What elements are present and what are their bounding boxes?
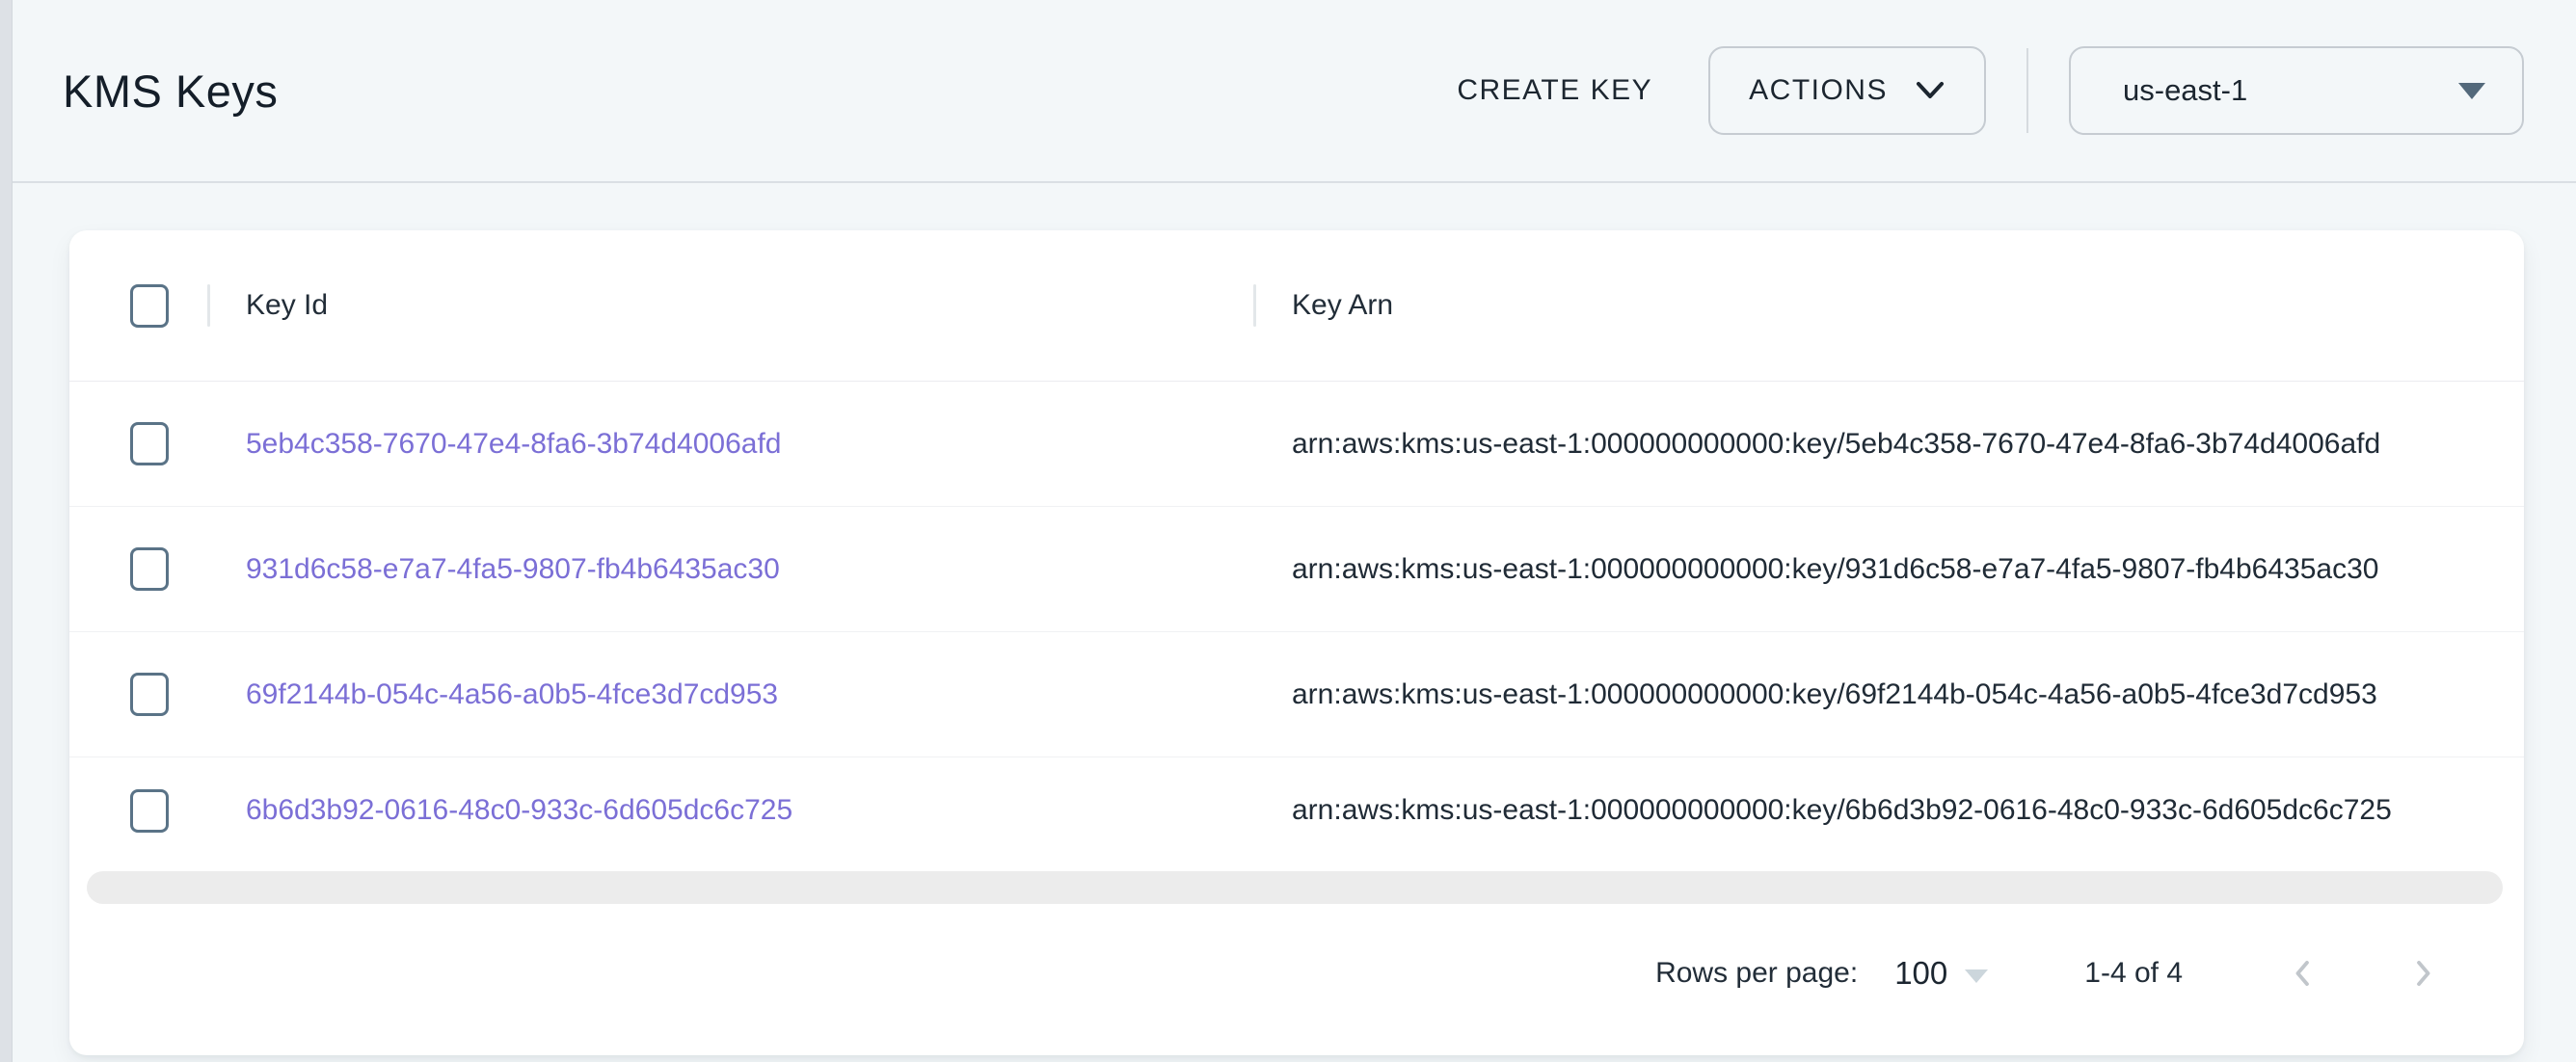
key-arn-text: arn:aws:kms:us-east-1:000000000000:key/9… xyxy=(1292,553,2378,586)
header-actions: CREATE KEY ACTIONS us-east-1 xyxy=(1422,46,2524,135)
column-header-key-id: Key Id xyxy=(246,289,328,322)
rows-per-page-value: 100 xyxy=(1894,955,1947,992)
kms-keys-card: Key Id Key Arn 5eb4c358-7670-47e4-8fa6-3… xyxy=(69,230,2524,1055)
sidebar-edge xyxy=(0,0,13,1062)
column-divider xyxy=(1253,284,1256,327)
row-checkbox[interactable] xyxy=(130,673,169,716)
table-row: 69f2144b-054c-4a56-a0b5-4fce3d7cd953 arn… xyxy=(69,632,2524,757)
create-key-button[interactable]: CREATE KEY xyxy=(1422,59,1687,122)
pagination-bar: Rows per page: 100 1-4 of 4 xyxy=(69,904,2524,1055)
rows-per-page-label: Rows per page: xyxy=(1655,957,1858,990)
rows-per-page-select[interactable]: 100 xyxy=(1894,955,1988,992)
pagination-range: 1-4 of 4 xyxy=(2084,957,2183,990)
horizontal-scrollbar[interactable] xyxy=(87,871,2503,904)
actions-button-label: ACTIONS xyxy=(1749,74,1888,107)
chevron-left-icon xyxy=(2285,955,2321,992)
region-select[interactable]: us-east-1 xyxy=(2069,46,2524,135)
row-checkbox[interactable] xyxy=(130,547,169,591)
page-title: KMS Keys xyxy=(63,65,278,118)
row-checkbox[interactable] xyxy=(130,789,169,833)
next-page-button[interactable] xyxy=(2395,945,2451,1001)
column-header-key-arn: Key Arn xyxy=(1292,289,1393,322)
key-arn-text: arn:aws:kms:us-east-1:000000000000:key/6… xyxy=(1292,794,2392,827)
header-cell-key-id[interactable]: Key Id xyxy=(207,230,1253,381)
header-checkbox-cell xyxy=(69,230,207,381)
chevron-right-icon xyxy=(2404,955,2441,992)
region-select-value: us-east-1 xyxy=(2123,73,2247,108)
table-row: 6b6d3b92-0616-48c0-933c-6d605dc6c725 arn… xyxy=(69,757,2524,863)
column-divider xyxy=(207,284,210,327)
header-cell-key-arn[interactable]: Key Arn xyxy=(1253,230,2524,381)
table-row: 5eb4c358-7670-47e4-8fa6-3b74d4006afd arn… xyxy=(69,382,2524,507)
select-all-checkbox[interactable] xyxy=(130,284,169,328)
table-row: 931d6c58-e7a7-4fa5-9807-fb4b6435ac30 arn… xyxy=(69,507,2524,632)
previous-page-button[interactable] xyxy=(2275,945,2331,1001)
key-id-link[interactable]: 931d6c58-e7a7-4fa5-9807-fb4b6435ac30 xyxy=(246,553,780,586)
key-id-link[interactable]: 5eb4c358-7670-47e4-8fa6-3b74d4006afd xyxy=(246,428,781,461)
row-checkbox[interactable] xyxy=(130,422,169,465)
header-divider xyxy=(2026,48,2028,133)
chevron-down-icon xyxy=(1915,80,1945,101)
actions-button[interactable]: ACTIONS xyxy=(1708,46,1986,135)
key-arn-text: arn:aws:kms:us-east-1:000000000000:key/6… xyxy=(1292,678,2377,711)
caret-down-icon xyxy=(2458,83,2485,99)
table-header-row: Key Id Key Arn xyxy=(69,230,2524,382)
key-id-link[interactable]: 6b6d3b92-0616-48c0-933c-6d605dc6c725 xyxy=(246,794,792,827)
page-header: KMS Keys CREATE KEY ACTIONS us-east-1 xyxy=(0,0,2576,183)
caret-down-icon xyxy=(1965,969,1988,983)
key-arn-text: arn:aws:kms:us-east-1:000000000000:key/5… xyxy=(1292,428,2380,461)
key-id-link[interactable]: 69f2144b-054c-4a56-a0b5-4fce3d7cd953 xyxy=(246,678,778,711)
